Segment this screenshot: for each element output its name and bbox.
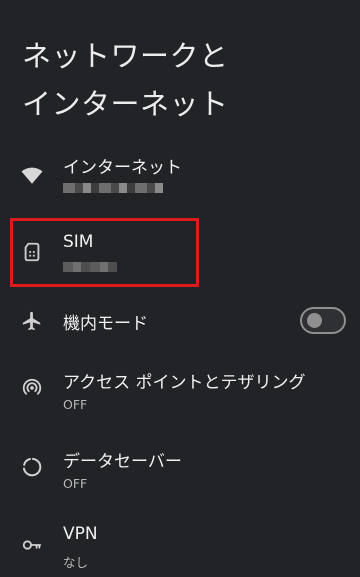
hotspot-icon <box>21 376 43 398</box>
hotspot-tethering-status: OFF <box>63 397 88 412</box>
airplane-icon <box>21 310 43 332</box>
toggle-knob <box>307 313 322 328</box>
page-title-line-2: インターネット <box>22 87 229 121</box>
data-saver-title: データセーバー <box>63 452 182 472</box>
hotspot-tethering-title: アクセス ポイントとテザリング <box>63 373 306 393</box>
data-saver-status: OFF <box>63 476 88 491</box>
vpn-item[interactable]: VPN なし <box>0 520 360 572</box>
page-title: ネットワークと インターネット <box>22 32 342 128</box>
vpn-title: VPN <box>63 524 98 544</box>
internet-item-title: インターネット <box>63 158 182 178</box>
vpn-status: なし <box>63 555 89 570</box>
page-title-line-1: ネットワークと <box>22 39 229 73</box>
internet-redacted-text <box>63 183 163 193</box>
sim-highlight-box <box>10 218 199 287</box>
airplane-mode-title: 機内モード <box>63 314 148 334</box>
hotspot-tethering-item[interactable]: アクセス ポイントとテザリング OFF <box>0 364 360 416</box>
vpn-key-icon <box>21 534 43 556</box>
data-saver-item[interactable]: データセーバー OFF <box>0 443 360 495</box>
airplane-mode-toggle[interactable] <box>300 307 346 334</box>
data-saver-icon <box>21 456 43 478</box>
internet-item[interactable]: インターネット <box>0 150 360 210</box>
wifi-icon <box>21 164 43 186</box>
